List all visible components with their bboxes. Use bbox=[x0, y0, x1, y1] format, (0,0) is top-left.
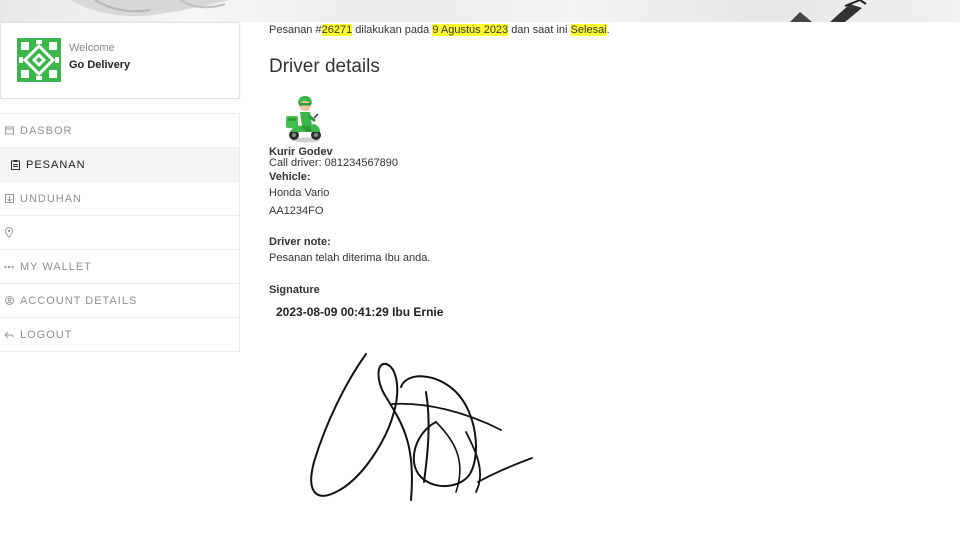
vehicle-model: Honda Vario bbox=[269, 187, 330, 199]
nav-item-unduhan[interactable]: UNDUHAN bbox=[0, 182, 240, 216]
nav-label-pesanan: PESANAN bbox=[26, 158, 86, 171]
nav-label-dasbor: DASBOR bbox=[20, 124, 73, 137]
orders-icon bbox=[10, 159, 20, 170]
wallet-icon bbox=[4, 262, 14, 272]
vehicle-label: Vehicle: bbox=[269, 171, 311, 183]
nav-item-logout[interactable]: LOGOUT bbox=[0, 318, 240, 352]
nav-label-logout: LOGOUT bbox=[20, 328, 73, 341]
driver-note-label: Driver note: bbox=[269, 236, 331, 248]
location-pin-icon bbox=[4, 227, 14, 238]
order-mid2: dan saat ini bbox=[508, 24, 571, 36]
driver-phone[interactable]: Call driver: 081234567890 bbox=[269, 157, 398, 169]
order-number: 26271 bbox=[321, 24, 353, 36]
header-banner bbox=[0, 0, 960, 22]
download-icon bbox=[4, 194, 14, 204]
order-status: Selesai bbox=[570, 24, 607, 36]
signature-image bbox=[306, 352, 538, 507]
order-summary: Pesanan #26271 dilakukan pada 9 Agustus … bbox=[269, 24, 610, 36]
nav-item-address[interactable] bbox=[0, 216, 240, 250]
store-logo bbox=[17, 38, 61, 82]
account-nav: DASBOR PESANAN UNDUHAN MY WALLET ACCOUNT… bbox=[0, 113, 240, 352]
nav-item-my-wallet[interactable]: MY WALLET bbox=[0, 250, 240, 284]
nav-label-unduhan: UNDUHAN bbox=[20, 192, 82, 205]
signature-label: Signature bbox=[269, 284, 320, 296]
order-prefix: Pesanan # bbox=[269, 24, 322, 36]
nav-label-account-details: ACCOUNT DETAILS bbox=[20, 294, 138, 307]
signature-timestamp: 2023-08-09 00:41:29 Ibu Ernie bbox=[276, 305, 444, 319]
profile-card: Welcome Go Delivery bbox=[0, 22, 240, 99]
nav-item-dasbor[interactable]: DASBOR bbox=[0, 114, 240, 148]
driver-note: Pesanan telah diterima Ibu anda. bbox=[269, 252, 431, 264]
order-date: 9 Agustus 2023 bbox=[432, 24, 509, 36]
username: Go Delivery bbox=[69, 59, 131, 71]
welcome-text: Welcome bbox=[69, 42, 115, 54]
order-mid: dilakukan pada bbox=[352, 24, 433, 36]
driver-details-title: Driver details bbox=[269, 56, 380, 77]
nav-item-pesanan[interactable]: PESANAN bbox=[0, 148, 240, 182]
vehicle-plate: AA1234FO bbox=[269, 205, 324, 217]
nav-label-my-wallet: MY WALLET bbox=[20, 260, 92, 273]
courier-scooter-icon bbox=[284, 94, 324, 144]
account-icon bbox=[4, 296, 14, 306]
nav-item-account-details[interactable]: ACCOUNT DETAILS bbox=[0, 284, 240, 318]
logout-icon bbox=[4, 330, 14, 340]
dashboard-icon bbox=[4, 126, 14, 136]
order-suffix: . bbox=[606, 24, 610, 36]
